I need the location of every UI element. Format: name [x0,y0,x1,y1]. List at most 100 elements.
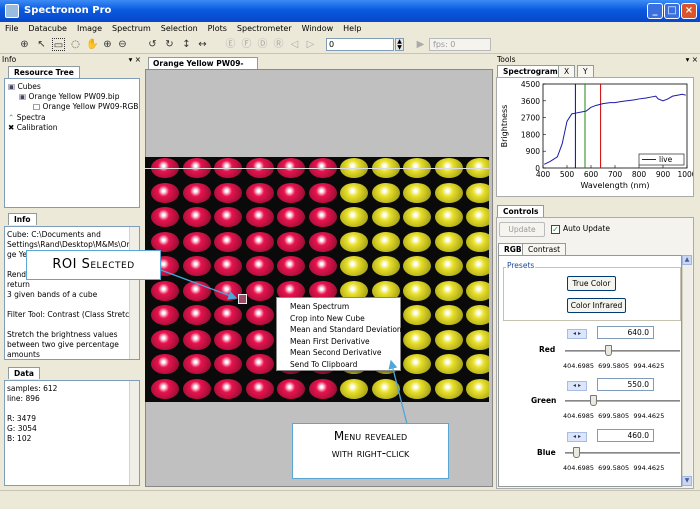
rect-select-icon[interactable]: ▭ [52,38,65,51]
callout-roi: ROI Selected [26,250,161,280]
maximize-button[interactable]: □ [664,3,680,19]
info-line: between two give percentage [7,340,119,349]
tab-resource-tree[interactable]: Resource Tree [8,66,80,78]
panel-close-icon[interactable]: ▾ × [129,55,141,64]
menu-image[interactable]: Image [72,22,107,36]
tab-x[interactable]: X [558,65,576,77]
blue-label: Blue [537,448,556,457]
candy [151,280,179,301]
menu-spectrum[interactable]: Spectrum [107,22,156,36]
close-button[interactable]: × [681,3,697,19]
tab-controls[interactable]: Controls [497,205,545,217]
tree-item-calibration[interactable]: ✖ Calibration [8,123,58,133]
hand-icon[interactable]: ✋ [86,38,99,51]
band-r-icon[interactable]: Ⓡ [272,38,285,51]
green-step-buttons[interactable]: ◂ ▸ [567,381,587,391]
tree-item-cube1[interactable]: ▣ Orange Yellow PW09.bip [19,92,120,102]
controls-scrollbar[interactable]: ▲ ▼ [682,255,692,487]
candy [277,256,305,276]
candy [245,280,274,301]
candy [403,378,431,399]
band-e-icon[interactable]: Ⓔ [224,38,237,51]
candy [371,182,400,203]
menu-help[interactable]: Help [338,22,366,36]
crosshair-icon[interactable]: ⊕ [18,38,31,51]
menu-item-clipboard[interactable]: Send To Clipboard [277,359,400,371]
info-panel-title: Info [2,55,17,64]
red-slider-thumb[interactable] [604,345,612,356]
flip-vertical-icon[interactable]: ↕ [180,38,193,51]
candy [434,280,463,301]
menu-datacube[interactable]: Datacube [23,22,72,36]
rotate-cw-icon[interactable]: ↻ [163,38,176,51]
flip-horizontal-icon[interactable]: ↔ [196,38,209,51]
frame-spinner[interactable]: ▲ ▼ [395,38,404,51]
frame-input[interactable]: 0 [326,38,394,51]
menu-item-crop[interactable]: Crop into New Cube [277,313,400,325]
true-color-button[interactable]: True Color [567,276,616,291]
tab-contrast[interactable]: Contrast [522,243,567,255]
resource-tree: ▣ Cubes ▣ Orange Yellow PW09.bip □ Orang… [4,78,140,208]
band-f-icon[interactable]: Ⓕ [240,38,253,51]
info-line [7,320,137,330]
green-value-field[interactable]: 550.0 [597,378,654,391]
red-step-buttons[interactable]: ◂ ▸ [567,329,587,339]
zoom-in-icon[interactable]: ⊕ [101,38,114,51]
info-line: amounts [7,350,40,359]
menu-item-mean-std[interactable]: Mean and Standard Deviation [277,324,402,336]
blue-step-buttons[interactable]: ◂ ▸ [567,432,587,442]
green-slider-thumb[interactable] [590,395,598,406]
tab-document[interactable]: Orange Yellow PW09-RGB [148,57,258,79]
data-scrollbar[interactable] [129,381,139,485]
scroll-up-icon[interactable]: ▲ [682,255,692,265]
menu-selection[interactable]: Selection [156,22,203,36]
tab-y[interactable]: Y [577,65,594,77]
play-icon[interactable]: ▶ [414,38,427,51]
update-button[interactable]: Update [499,222,545,237]
candy [182,354,211,374]
menu-window[interactable]: Window [297,22,339,36]
x-tick-label: 900 [656,170,671,179]
presets-label: Presets [506,261,536,271]
candy [340,256,368,276]
auto-update-checkbox[interactable]: ✓ [551,225,560,234]
scroll-down-icon[interactable]: ▼ [682,476,692,486]
auto-update-label: Auto Update [563,224,610,233]
candy [434,354,463,374]
tab-info[interactable]: Info [8,213,37,225]
zoom-out-icon[interactable]: ⊖ [116,38,129,51]
blue-value-field[interactable]: 460.0 [597,429,654,442]
tab-spectrogram[interactable]: Spectrogram [497,65,564,77]
rotate-ccw-icon[interactable]: ↺ [146,38,159,51]
candy [277,231,305,252]
blue-slider-thumb[interactable] [572,447,580,458]
roi-selection[interactable] [238,294,247,304]
tree-item-cubes[interactable]: ▣ Cubes [8,82,41,92]
red-value-field[interactable]: 640.0 [597,326,654,339]
next-frame-icon[interactable]: ▷ [304,38,317,51]
menu-item-first-derivative[interactable]: Mean First Derivative [277,336,400,348]
prev-frame-icon[interactable]: ◁ [288,38,301,51]
panel-close-icon[interactable]: ▾ × [686,55,698,64]
green-ticks: 404.6985 699.5805 994.4625 [563,412,664,420]
minimize-button[interactable]: _ [647,3,663,19]
menu-file[interactable]: File [0,22,23,36]
tree-label-cubes: Cubes [17,82,41,91]
menu-item-mean-spectrum[interactable]: Mean Spectrum [277,301,400,313]
info-line [7,300,137,310]
tree-item-cube2[interactable]: □ Orange Yellow PW09-RGB [33,102,138,112]
title-bar: Spectronon Pro _ □ × [0,0,700,22]
tab-data[interactable]: Data [8,367,40,379]
lasso-icon[interactable]: ◌ [69,38,82,51]
menu-plots[interactable]: Plots [203,22,232,36]
candy [151,207,179,227]
color-infrared-button[interactable]: Color Infrared [567,298,626,313]
menu-item-second-derivative[interactable]: Mean Second Derivative [277,347,400,359]
tools-panel-title: Tools [497,55,516,64]
tree-item-spectra[interactable]: ⌃ Spectra [8,113,46,123]
pointer-icon[interactable]: ↖ [35,38,48,51]
info-scrollbar[interactable] [129,227,139,359]
status-bar [0,490,700,509]
band-d-icon[interactable]: Ⓓ [256,38,269,51]
menu-spectrometer[interactable]: Spectrometer [232,22,297,36]
